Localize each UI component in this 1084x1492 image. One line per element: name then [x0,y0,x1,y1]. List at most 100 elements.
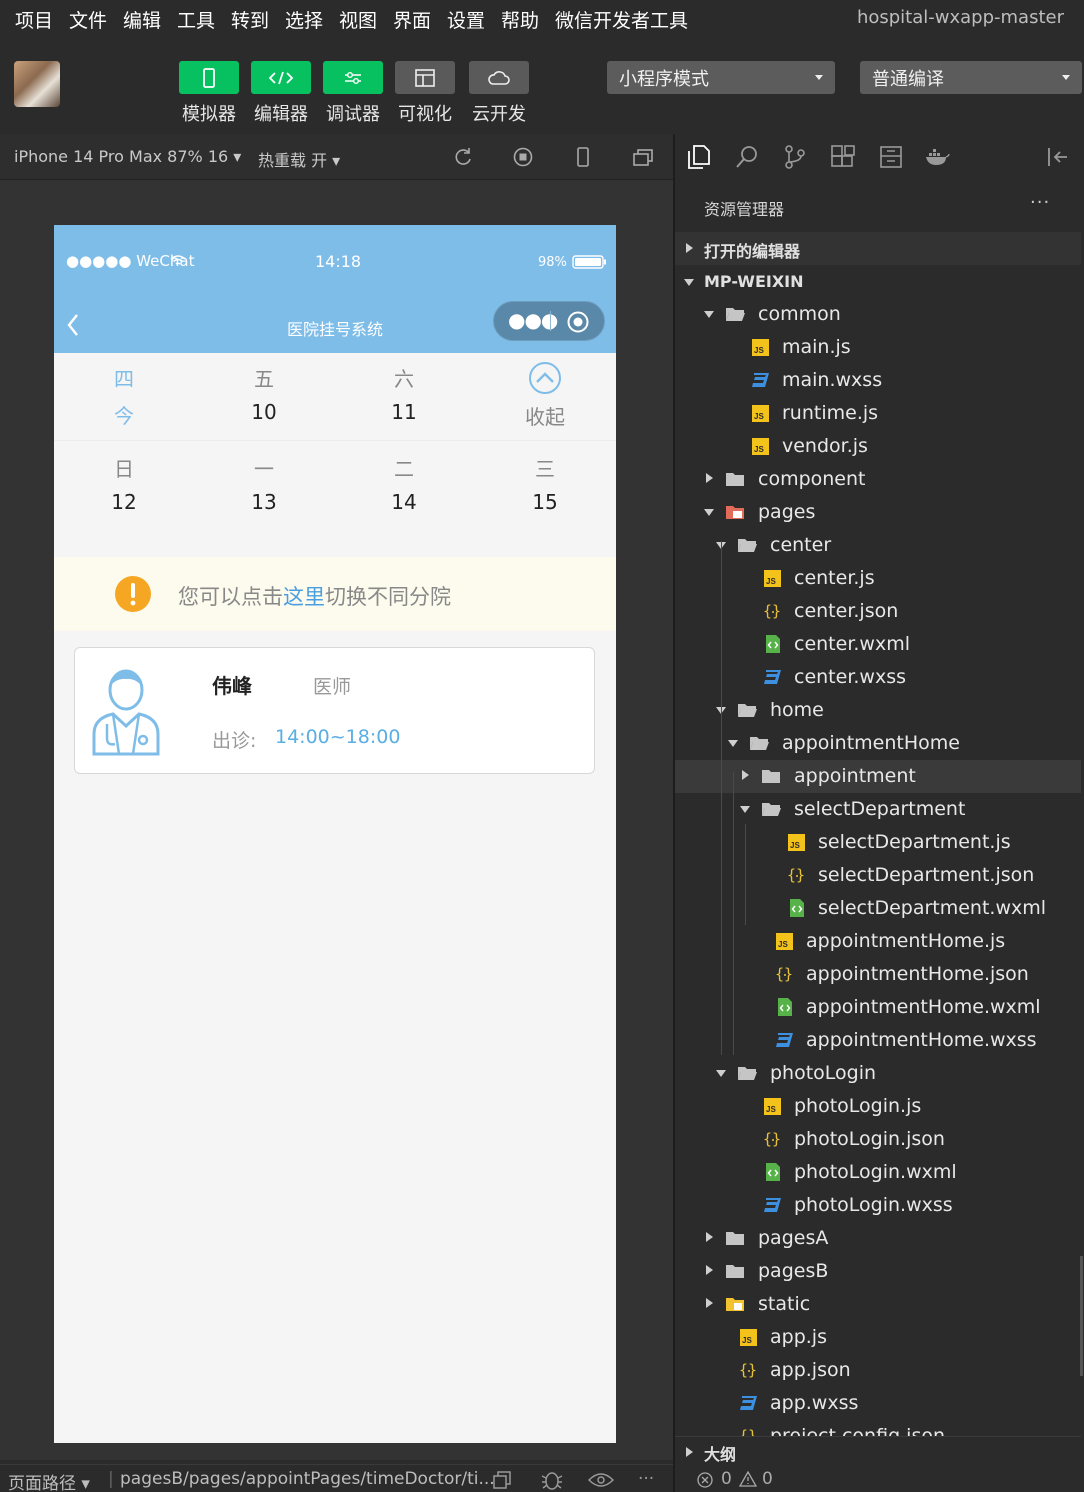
outline-section[interactable]: 大纲 [675,1436,1081,1466]
menu-help[interactable]: 帮助 [501,6,539,33]
date-cell[interactable]: 六 11 [334,363,474,424]
more-dots-icon[interactable]: ··· [638,1469,654,1489]
date-cell[interactable]: 二 14 [334,453,474,514]
doctor-avatar-icon [92,669,160,756]
doctor-name: 伟峰 [212,674,252,698]
tree-file[interactable]: center.wxml [675,628,1081,661]
menu-view[interactable]: 视图 [339,6,377,33]
date-cell[interactable]: 五 10 [194,363,334,424]
tree-file[interactable]: JS selectDepartment.js [675,826,1081,859]
close-miniprogram-icon[interactable] [566,310,590,334]
visual-button[interactable] [395,61,455,94]
menu-tools[interactable]: 工具 [177,6,215,33]
switch-branch-link[interactable]: 这里 [283,585,325,609]
bug-icon[interactable] [540,1470,564,1490]
menu-wechat-devtools[interactable]: 微信开发者工具 [555,6,688,33]
tree-file[interactable]: photoLogin.wxss [675,1189,1081,1222]
menu-interface[interactable]: 界面 [393,6,431,33]
tree-file[interactable]: {} appointmentHome.json [675,958,1081,991]
tree-file[interactable]: JS runtime.js [675,397,1081,430]
tree-folder[interactable]: appointmentHome [675,727,1081,760]
menu-settings[interactable]: 设置 [447,6,485,33]
problems-status[interactable]: 0 0 [675,1466,1084,1492]
hot-reload-toggle[interactable]: 热重载 开 ▾ [258,147,340,171]
mode-select[interactable]: 小程序模式 [607,61,835,94]
tree-file[interactable]: {} app.json [675,1354,1081,1387]
date-cell[interactable]: 三 15 [475,453,615,514]
collapse-button[interactable]: 收起 [475,361,615,430]
tree-folder[interactable]: selectDepartment [675,793,1081,826]
refresh-icon[interactable] [452,146,474,168]
page-path-value[interactable]: pagesB/pages/appointPages/timeDoctor/ti.… [120,1469,495,1489]
debugger-button[interactable] [323,61,383,94]
menu-edit[interactable]: 编辑 [123,6,161,33]
device-select[interactable]: iPhone 14 Pro Max 87% 16 ▾ [14,147,241,166]
collapse-panel-icon[interactable] [1044,144,1070,170]
tree-item-label: photoLogin.wxss [794,1194,953,1216]
tree-folder[interactable]: appointment [675,760,1081,793]
tree-folder[interactable]: pagesA [675,1222,1081,1255]
date-cell[interactable]: 一 13 [194,453,334,514]
project-title: hospital-wxapp-master [856,7,1064,28]
tree-item-label: component [758,468,866,490]
more-dots-icon[interactable]: ··· [1030,192,1050,213]
tree-folder[interactable]: pagesB [675,1255,1081,1288]
tree-file[interactable]: app.wxss [675,1387,1081,1420]
extensions-icon[interactable] [830,144,856,170]
tree-file[interactable]: {} center.json [675,595,1081,628]
simulator-button[interactable] [179,61,239,94]
phone-time: 14:18 [315,252,362,271]
date-cell-today[interactable]: 四 今 [54,363,194,429]
tree-folder[interactable]: static [675,1288,1081,1321]
tree-folder[interactable]: component [675,463,1081,496]
tree-folder[interactable]: center [675,529,1081,562]
project-root-section[interactable]: MP-WEIXIN [675,265,1081,298]
cloud-dev-button[interactable] [469,61,529,94]
tree-file[interactable]: main.wxss [675,364,1081,397]
scrollbar[interactable] [1080,1256,1083,1376]
files-icon[interactable] [686,144,712,170]
tree-file[interactable]: JS center.js [675,562,1081,595]
search-icon[interactable] [734,144,760,170]
chevron-right-icon [742,770,749,780]
stop-icon[interactable] [512,146,534,168]
tree-file[interactable]: {} photoLogin.json [675,1123,1081,1156]
tree-file[interactable]: photoLogin.wxml [675,1156,1081,1189]
tree-folder[interactable]: pages [675,496,1081,529]
compile-select[interactable]: 普通编译 [860,61,1082,94]
editor-button[interactable] [251,61,311,94]
detach-window-icon[interactable] [632,146,654,168]
tree-file[interactable]: appointmentHome.wxml [675,991,1081,1024]
storage-icon[interactable] [878,144,904,170]
page-path-select[interactable]: 页面路径 ▾ [8,1469,90,1492]
tree-file[interactable]: JS main.js [675,331,1081,364]
menu-goto[interactable]: 转到 [231,6,269,33]
tree-file[interactable]: appointmentHome.wxss [675,1024,1081,1057]
tree-file[interactable]: center.wxss [675,661,1081,694]
tree-file[interactable]: {} selectDepartment.json [675,859,1081,892]
tree-file[interactable]: {} project.config.json [675,1420,1081,1436]
device-icon[interactable] [572,146,594,168]
hours-label: 出诊: [212,730,257,752]
menu-file[interactable]: 文件 [69,6,107,33]
menu-select[interactable]: 选择 [285,6,323,33]
tree-file[interactable]: JS appointmentHome.js [675,925,1081,958]
tree-file[interactable]: selectDepartment.wxml [675,892,1081,925]
copy-icon[interactable] [492,1471,512,1489]
date-cell[interactable]: 日 12 [54,453,194,514]
source-control-icon[interactable] [782,144,808,170]
tree-file[interactable]: JS vendor.js [675,430,1081,463]
chevron-down-icon [716,1070,726,1077]
tree-file[interactable]: JS app.js [675,1321,1081,1354]
tree-folder[interactable]: common [675,298,1081,331]
folder-open-icon [761,799,781,819]
tree-file[interactable]: JS photoLogin.js [675,1090,1081,1123]
avatar[interactable] [14,61,60,107]
tree-folder[interactable]: home [675,694,1081,727]
doctor-card[interactable]: 伟峰 医师 出诊: 14:00~18:00 [74,647,595,774]
eye-icon[interactable] [588,1472,614,1488]
menu-project[interactable]: 项目 [15,6,53,33]
docker-icon[interactable] [924,144,950,170]
tree-folder[interactable]: photoLogin [675,1057,1081,1090]
open-editors-section[interactable]: 打开的编辑器 [675,232,1081,265]
